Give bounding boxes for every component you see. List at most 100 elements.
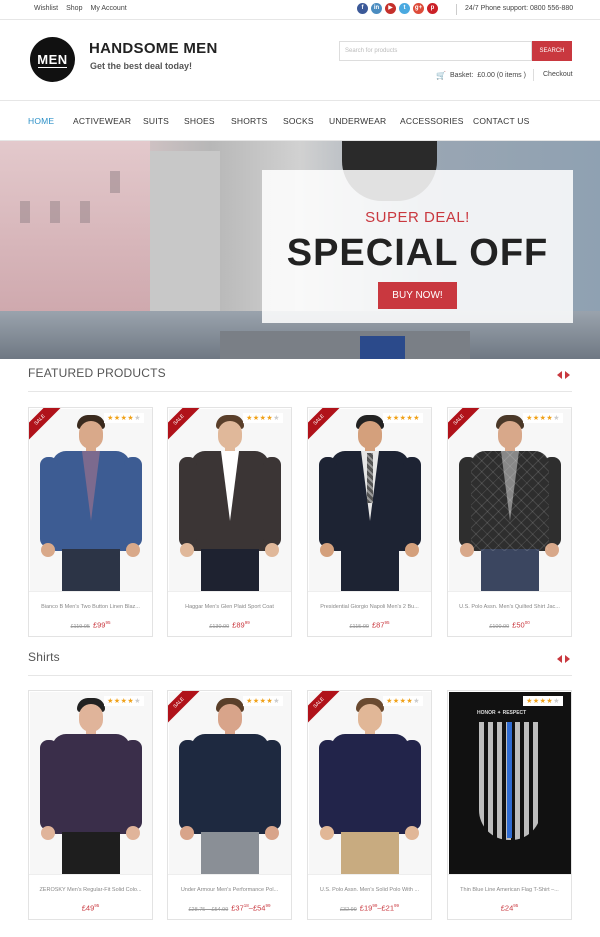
product-card[interactable]: SALE ★★★★★ Haggar Men's Glen Plaid Sport C… bbox=[167, 407, 292, 637]
twitter-icon[interactable]: t bbox=[399, 3, 410, 14]
arrow-left-icon[interactable] bbox=[557, 655, 562, 663]
nav-contact-us[interactable]: CONTACT US bbox=[473, 116, 529, 126]
product-image[interactable] bbox=[169, 409, 291, 591]
product-image[interactable] bbox=[169, 692, 291, 874]
shirts-title: Shirts bbox=[28, 650, 60, 664]
product-name[interactable]: U.S. Polo Assn. Men's Solid Polo With ..… bbox=[312, 887, 427, 893]
model-hand-right bbox=[405, 826, 419, 840]
nav-suits[interactable]: SUITS bbox=[143, 116, 169, 126]
product-image[interactable] bbox=[30, 409, 152, 591]
product-image[interactable] bbox=[309, 692, 431, 874]
model-arm-left bbox=[179, 740, 197, 830]
product-name[interactable]: Haggar Men's Glen Plaid Sport Coat bbox=[172, 604, 287, 610]
product-card[interactable]: SALE ★★★★★ U.S. Polo Assn. Men's Quilted S… bbox=[447, 407, 572, 637]
current-price: £49 bbox=[81, 903, 95, 913]
product-card[interactable]: SALE ★★★★★ U.S. Polo Assn. Men's Solid Pol… bbox=[307, 690, 432, 920]
googleplus-icon[interactable]: g+ bbox=[413, 3, 424, 14]
model-arm-right bbox=[403, 740, 421, 830]
product-card[interactable]: SALE ★★★★★ Presidential Giorgio Napoli Men… bbox=[307, 407, 432, 637]
top-links: Wishlist Shop My Account bbox=[34, 5, 127, 12]
hero-panel: SUPER DEAL! SPECIAL OFF BUY NOW! bbox=[262, 170, 573, 323]
nav-socks[interactable]: SOCKS bbox=[283, 116, 314, 126]
model-hand-left bbox=[180, 543, 194, 557]
model-arm-left bbox=[319, 457, 337, 547]
hero-headline: SPECIAL OFF bbox=[286, 232, 549, 274]
nav-home[interactable]: HOME bbox=[28, 116, 54, 126]
facebook-icon[interactable]: f bbox=[357, 3, 368, 14]
model-torso bbox=[191, 734, 269, 834]
model-hand-right bbox=[405, 543, 419, 557]
model-hand-right bbox=[126, 543, 140, 557]
product-name[interactable]: U.S. Polo Assn. Men's Quilted Shirt Jac.… bbox=[452, 604, 567, 610]
model-pants bbox=[341, 549, 399, 591]
product-name[interactable]: Under Armour Men's Performance Pol... bbox=[172, 887, 287, 893]
brand-name[interactable]: HANDSOME MEN bbox=[89, 40, 218, 57]
nav-activewear[interactable]: ACTIVEWEAR bbox=[73, 116, 131, 126]
old-price: £119.95 bbox=[70, 623, 90, 630]
product-name[interactable]: Thin Blue Line American Flag T-Shirt –..… bbox=[452, 887, 567, 893]
nav-accessories[interactable]: ACCESSORIES bbox=[400, 116, 464, 126]
product-caption: U.S. Polo Assn. Men's Quilted Shirt Jac.… bbox=[448, 591, 571, 636]
basket[interactable]: 🛒 Basket: £0.00 (0 items ) bbox=[436, 71, 526, 80]
product-caption: Thin Blue Line American Flag T-Shirt –..… bbox=[448, 874, 571, 919]
linkedin-icon[interactable]: in bbox=[371, 3, 382, 14]
model-quilt bbox=[471, 451, 549, 551]
wishlist-link[interactable]: Wishlist bbox=[34, 5, 58, 12]
my-account-link[interactable]: My Account bbox=[90, 5, 126, 12]
product-name[interactable]: Presidential Giorgio Napoli Men's 2 Bu..… bbox=[312, 604, 427, 610]
model-hand-right bbox=[126, 826, 140, 840]
product-image[interactable] bbox=[449, 409, 571, 591]
search-button[interactable]: SEARCH bbox=[532, 41, 572, 61]
checkout-link[interactable]: Checkout bbox=[543, 71, 573, 78]
arrow-right-icon[interactable] bbox=[565, 371, 570, 379]
product-name[interactable]: ZEROSKY Men's Regular-Fit Solid Colo... bbox=[33, 887, 148, 893]
main-nav: HOME ACTIVEWEAR SUITS SHOES SHORTS SOCKS… bbox=[0, 100, 600, 141]
current-price: £19 bbox=[359, 903, 373, 913]
old-price: £28.75 – £54.99 bbox=[188, 906, 229, 913]
product-image[interactable] bbox=[309, 409, 431, 591]
arrow-left-icon[interactable] bbox=[557, 371, 562, 379]
pinterest-icon[interactable]: p bbox=[427, 3, 438, 14]
product-price: £119.95 £9995 bbox=[29, 620, 152, 630]
product-card[interactable]: SALE ★★★★★ Under Armour Men's Performance … bbox=[167, 690, 292, 920]
product-caption: ZEROSKY Men's Regular-Fit Solid Colo... £… bbox=[29, 874, 152, 919]
product-name[interactable]: Bianco B Men's Two Button Linen Blaz... bbox=[33, 604, 148, 610]
rating-stars: ★★★★★ bbox=[523, 696, 563, 706]
model-hand-right bbox=[265, 543, 279, 557]
buy-now-button[interactable]: BUY NOW! bbox=[378, 282, 457, 309]
product-card[interactable]: HONOR ✦ RESPECT ★★★★★ Thin Blue Line Ameri… bbox=[447, 690, 572, 920]
product-price: £115.00 £8795 bbox=[308, 620, 431, 630]
search-input[interactable]: Search for products bbox=[339, 41, 532, 61]
model-hand-left bbox=[320, 826, 334, 840]
old-price: £100.00 bbox=[489, 623, 510, 630]
price-pence: 95 bbox=[384, 620, 390, 625]
model-pants bbox=[481, 549, 539, 591]
hero-background-building bbox=[0, 141, 150, 311]
shop-link[interactable]: Shop bbox=[66, 5, 82, 12]
price-pence: 99 bbox=[244, 620, 250, 625]
current-price: £37 bbox=[231, 903, 244, 913]
shirts-carousel-arrows bbox=[557, 655, 570, 663]
logo[interactable]: MEN bbox=[30, 37, 75, 82]
divider bbox=[28, 391, 572, 392]
arrow-right-icon[interactable] bbox=[565, 655, 570, 663]
model-arm-right bbox=[124, 740, 142, 830]
product-price: £2495 bbox=[448, 903, 571, 913]
social-icons: f in ▶ t g+ p bbox=[357, 3, 438, 14]
product-caption: Under Armour Men's Performance Pol... £28… bbox=[168, 874, 291, 919]
nav-shoes[interactable]: SHOES bbox=[184, 116, 215, 126]
product-caption: U.S. Polo Assn. Men's Solid Polo With ..… bbox=[308, 874, 431, 919]
nav-shorts[interactable]: SHORTS bbox=[231, 116, 267, 126]
rating-stars: ★★★★★ bbox=[523, 413, 563, 423]
youtube-icon[interactable]: ▶ bbox=[385, 3, 396, 14]
phone-support: 24/7 Phone support: 0800 556-880 bbox=[465, 5, 574, 12]
price-pence: 95 bbox=[105, 620, 111, 625]
product-card[interactable]: SALE ★★★★★ Bianco B Men's Two Button Linen… bbox=[28, 407, 153, 637]
old-price: £130.00 bbox=[209, 623, 230, 630]
rating-stars: ★★★★★ bbox=[243, 696, 283, 706]
current-price: £50 bbox=[512, 620, 525, 630]
product-image[interactable]: HONOR ✦ RESPECT bbox=[449, 692, 571, 874]
product-card[interactable]: ★★★★★ ZEROSKY Men's Regular-Fit Solid Col… bbox=[28, 690, 153, 920]
product-image[interactable] bbox=[30, 692, 152, 874]
nav-underwear[interactable]: UNDERWEAR bbox=[329, 116, 386, 126]
